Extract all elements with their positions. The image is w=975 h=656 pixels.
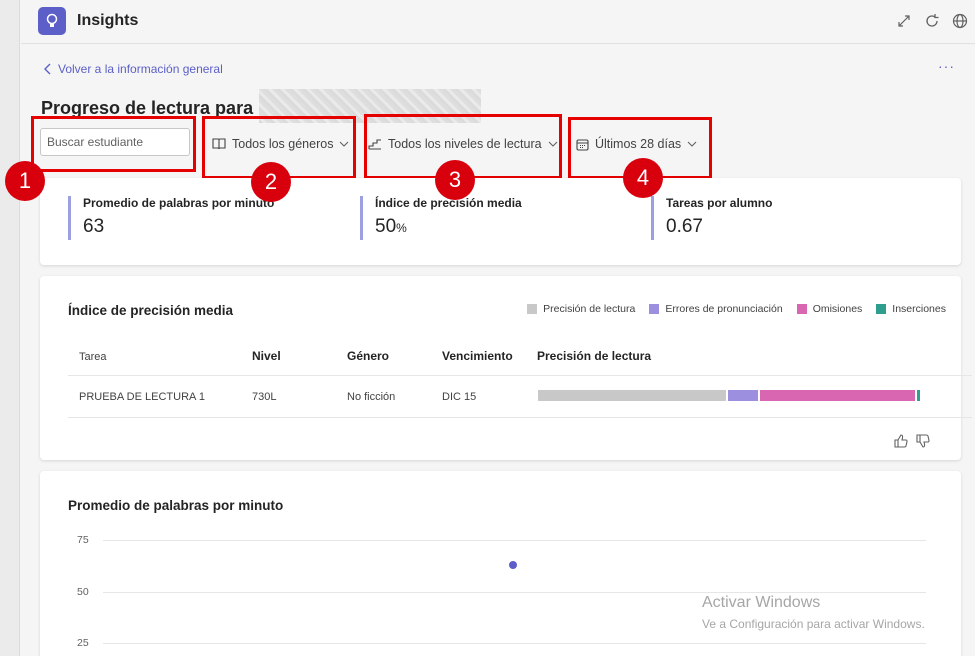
- gridline: [103, 592, 926, 593]
- more-options-button[interactable]: ···: [938, 58, 955, 74]
- callout-badge-2: 2: [251, 162, 291, 202]
- kpi-words-per-minute: Promedio de palabras por minuto 63: [68, 196, 274, 240]
- table-divider: [68, 375, 972, 376]
- callout-badge-3: 3: [435, 160, 475, 200]
- expand-icon[interactable]: [895, 12, 913, 30]
- kpi-value: 50%: [375, 216, 407, 237]
- left-rail: [0, 0, 20, 656]
- callout-badge-4: 4: [623, 158, 663, 198]
- globe-icon[interactable]: [951, 12, 969, 30]
- kpi-card: Promedio de palabras por minuto 63 Índic…: [40, 178, 961, 265]
- legend-item: Inserciones: [876, 303, 946, 315]
- kpi-label: Promedio de palabras por minuto: [83, 196, 275, 210]
- y-tick-label: 25: [77, 637, 89, 649]
- lightbulb-icon: [38, 7, 66, 35]
- gridline: [103, 643, 926, 644]
- gridline: [103, 540, 926, 541]
- table-divider: [68, 417, 972, 418]
- annotation-box-1: [31, 116, 196, 172]
- chevron-left-icon: [44, 63, 51, 75]
- back-link-label: Volver a la información general: [58, 62, 223, 76]
- cell-due: DIC 15: [442, 391, 477, 403]
- accuracy-section-title: Índice de precisión media: [68, 303, 234, 318]
- kpi-value: 63: [83, 216, 105, 237]
- activation-watermark-title: Activar Windows: [702, 594, 821, 611]
- title-bar: Insights: [21, 0, 975, 44]
- segment-reading-precision: [538, 390, 726, 401]
- callout-badge-1: 1: [5, 161, 45, 201]
- thumbs-down-icon[interactable]: [916, 434, 930, 448]
- activation-watermark-text: Ve a Configuración para activar Windows.: [702, 617, 925, 631]
- accuracy-card: Índice de precisión media Precisión de l…: [40, 276, 972, 460]
- cell-level: 730L: [252, 391, 277, 403]
- accuracy-legend: Precisión de lectura Errores de pronunci…: [527, 303, 946, 315]
- refresh-icon[interactable]: [923, 12, 941, 30]
- kpi-label: Tareas por alumno: [666, 196, 773, 210]
- column-header-level: Nivel: [252, 349, 281, 363]
- y-tick-label: 75: [77, 534, 89, 546]
- cell-task: PRUEBA DE LECTURA 1: [79, 391, 205, 403]
- segment-omissions: [759, 390, 916, 401]
- legend-item: Errores de pronunciación: [649, 303, 783, 315]
- feedback-buttons: [894, 434, 930, 448]
- legend-item: Precisión de lectura: [527, 303, 635, 315]
- cell-genre: No ficción: [347, 391, 396, 403]
- column-header-genre: Género: [347, 349, 390, 363]
- kpi-value: 0.67: [666, 216, 703, 237]
- y-tick-label: 50: [77, 586, 89, 598]
- kpi-tasks-per-student: Tareas por alumno 0.67: [651, 196, 772, 240]
- segment-pronunciation-errors: [727, 390, 758, 401]
- kpi-accuracy-index: Índice de precisión media 50%: [360, 196, 522, 240]
- legend-item: Omisiones: [796, 303, 862, 315]
- wpm-section-title: Promedio de palabras por minuto: [68, 498, 284, 513]
- back-link[interactable]: Volver a la información general: [44, 62, 223, 76]
- column-header-task: Tarea: [79, 351, 107, 363]
- column-header-precision: Precisión de lectura: [537, 349, 652, 363]
- thumbs-up-icon[interactable]: [894, 434, 908, 448]
- app-title: Insights: [77, 12, 139, 29]
- column-header-due: Vencimiento: [442, 349, 513, 363]
- segment-insertions: [917, 390, 920, 401]
- wpm-data-point[interactable]: [509, 560, 517, 569]
